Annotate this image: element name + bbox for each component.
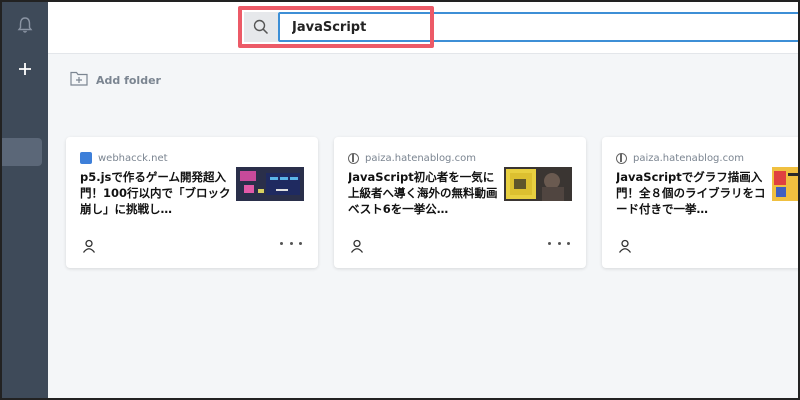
card-title[interactable]: p5.jsで作るゲーム開発超入門！100行以内で「ブロック崩し」に挑戦し… (80, 169, 232, 217)
card-source: paiza.hatenablog.com (348, 151, 476, 165)
more-options-icon[interactable] (280, 235, 302, 251)
globe-icon (616, 152, 627, 164)
add-folder-icon (70, 70, 88, 90)
bell-icon[interactable] (2, 10, 48, 40)
card-source: paiza.hatenablog.com (616, 151, 744, 165)
app-window: Add folder webhacck.net p5.jsで作るゲーム開発超入門… (0, 0, 800, 400)
user-icon[interactable] (350, 238, 364, 253)
add-folder-button[interactable]: Add folder (70, 69, 161, 91)
add-folder-label: Add folder (96, 73, 161, 87)
card-domain: paiza.hatenablog.com (633, 152, 744, 164)
top-bar (48, 2, 798, 54)
more-options-icon[interactable] (548, 235, 570, 251)
card-title[interactable]: JavaScript初心者を一気に上級者へ導く海外の無料動画ベスト6を一挙公… (348, 169, 500, 217)
card-title[interactable]: JavaScriptでグラフ描画入門！全８個のライブラリをコード付きで一挙… (616, 169, 768, 217)
sidebar-item-selected[interactable] (2, 138, 42, 166)
bookmark-card[interactable]: webhacck.net p5.jsで作るゲーム開発超入門！100行以内で「ブロ… (66, 137, 318, 268)
bookmark-card[interactable]: paiza.hatenablog.com JavaScriptでグラフ描画入門！… (602, 137, 798, 268)
globe-icon (348, 152, 359, 164)
user-icon[interactable] (618, 238, 632, 253)
blue-square-icon (80, 152, 92, 164)
card-domain: paiza.hatenablog.com (365, 152, 476, 164)
card-domain: webhacck.net (98, 152, 168, 164)
sidebar (2, 2, 48, 398)
search-highlight-box (238, 6, 434, 48)
card-source: webhacck.net (80, 151, 168, 165)
user-icon[interactable] (82, 238, 96, 253)
card-thumbnail[interactable] (236, 167, 304, 201)
plus-icon[interactable] (2, 54, 48, 84)
card-thumbnail[interactable] (504, 167, 572, 201)
bookmark-card[interactable]: paiza.hatenablog.com JavaScript初心者を一気に上級… (334, 137, 586, 268)
card-thumbnail[interactable] (772, 167, 798, 201)
